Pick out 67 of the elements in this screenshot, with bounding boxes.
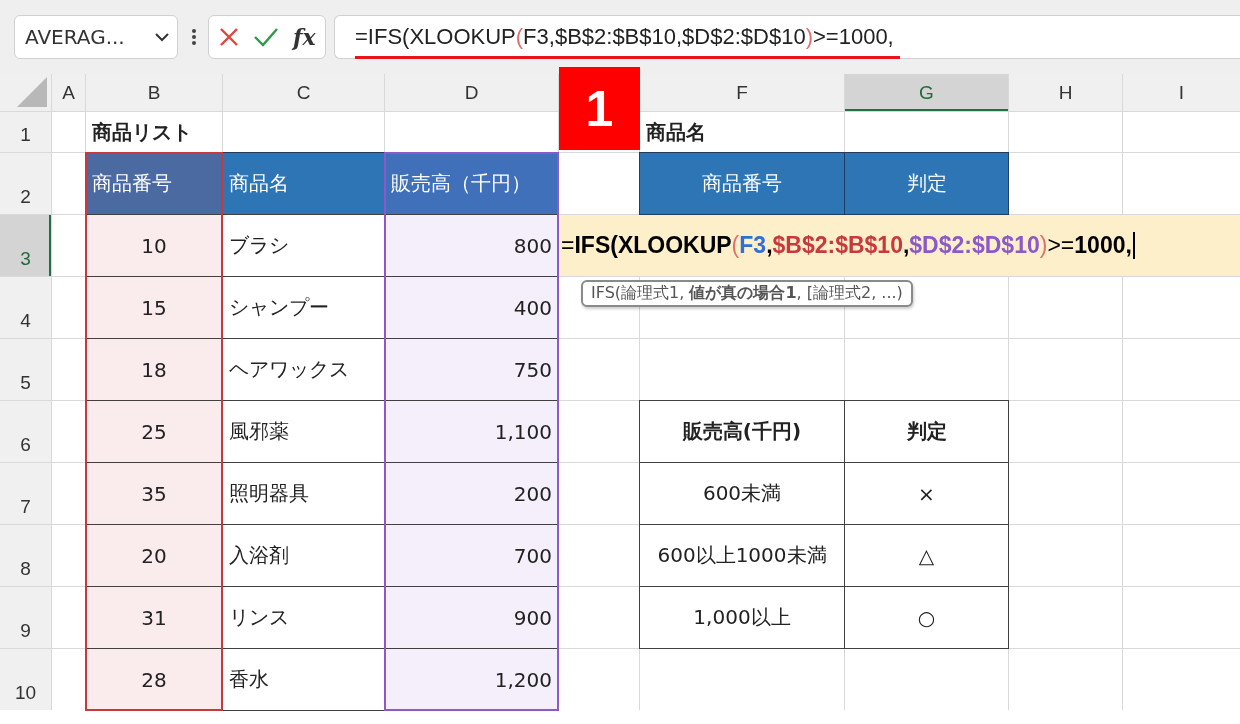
row-header[interactable]: 8 xyxy=(0,525,51,586)
column-heading: 商品番号 xyxy=(640,153,844,214)
table-cell: 200 xyxy=(385,463,558,524)
table-cell: 1,000以上 xyxy=(640,587,844,648)
table-cell: 28 xyxy=(86,649,222,710)
more-icon[interactable] xyxy=(192,29,196,45)
step-badge: 1 xyxy=(559,67,640,150)
table-cell: リンス xyxy=(223,587,384,648)
table-cell: 15 xyxy=(86,277,222,338)
row-header[interactable]: 2 xyxy=(0,153,51,214)
row-header[interactable]: 6 xyxy=(0,401,51,462)
formula-field[interactable]: =IFS(XLOOKUP(F3,$B$2:$B$10,$D$2:$D$10)>=1000, xyxy=(334,15,1240,59)
sheet-title: 商品リスト xyxy=(86,112,222,152)
table-cell: 20 xyxy=(86,525,222,586)
table-cell: 判定 xyxy=(845,401,1008,462)
table-cell: 10 xyxy=(86,215,222,276)
table-cell: 照明器具 xyxy=(223,463,384,524)
column-heading: 商品番号 xyxy=(86,153,222,214)
row-header[interactable]: 3 xyxy=(0,215,51,276)
table-cell: 25 xyxy=(86,401,222,462)
column-header[interactable]: G xyxy=(845,74,1008,111)
table-cell: ○ xyxy=(845,587,1008,648)
table-cell: ヘアワックス xyxy=(223,339,384,400)
check-icon[interactable] xyxy=(253,27,279,47)
column-heading: 判定 xyxy=(845,153,1008,214)
function-tooltip: IFS(論理式1, 値が真の場合1, [論理式2, ...) xyxy=(581,280,913,307)
table-cell: ブラシ xyxy=(223,215,384,276)
table-cell: 1,200 xyxy=(385,649,558,710)
table-cell: × xyxy=(845,463,1008,524)
column-header[interactable]: F xyxy=(640,74,844,111)
table-cell: 600未満 xyxy=(640,463,844,524)
table-cell: 700 xyxy=(385,525,558,586)
table-cell: 600以上1000未満 xyxy=(640,525,844,586)
table-cell: 900 xyxy=(385,587,558,648)
table-cell: 1,100 xyxy=(385,401,558,462)
table-cell: 販売高(千円) xyxy=(640,401,844,462)
table-cell: 31 xyxy=(86,587,222,648)
insert-function-button[interactable]: fx xyxy=(293,24,316,50)
table-cell: 入浴剤 xyxy=(223,525,384,586)
column-heading: 商品名 xyxy=(223,153,384,214)
row-header[interactable]: 1 xyxy=(0,112,51,152)
name-box[interactable]: AVERAG... xyxy=(14,15,178,59)
row-header[interactable]: 5 xyxy=(0,339,51,400)
row-header[interactable]: 7 xyxy=(0,463,51,524)
row-header[interactable]: 9 xyxy=(0,587,51,648)
column-header[interactable]: B xyxy=(86,74,222,111)
table-cell: 400 xyxy=(385,277,558,338)
column-header[interactable]: D xyxy=(385,74,558,111)
table-cell: 香水 xyxy=(223,649,384,710)
table-cell: 750 xyxy=(385,339,558,400)
sheet-title: 商品名 xyxy=(640,112,844,152)
column-header[interactable]: H xyxy=(1009,74,1122,111)
row-header[interactable]: 10 xyxy=(0,649,51,710)
column-header[interactable]: C xyxy=(223,74,384,111)
row-header[interactable]: 4 xyxy=(0,277,51,338)
column-header[interactable]: A xyxy=(52,74,85,111)
table-cell: 18 xyxy=(86,339,222,400)
caret-icon xyxy=(155,32,169,42)
column-header[interactable]: I xyxy=(1123,74,1240,111)
table-cell: △ xyxy=(845,525,1008,586)
table-cell: シャンプー xyxy=(223,277,384,338)
table-cell: 800 xyxy=(385,215,558,276)
cancel-icon[interactable] xyxy=(219,27,239,47)
table-cell: 風邪薬 xyxy=(223,401,384,462)
column-heading: 販売高（千円） xyxy=(385,153,558,214)
formula-text: =IFS(XLOOKUP(F3,$B$2:$B$10,$D$2:$D$10)>=1000, xyxy=(355,24,894,49)
table-cell: 35 xyxy=(86,463,222,524)
